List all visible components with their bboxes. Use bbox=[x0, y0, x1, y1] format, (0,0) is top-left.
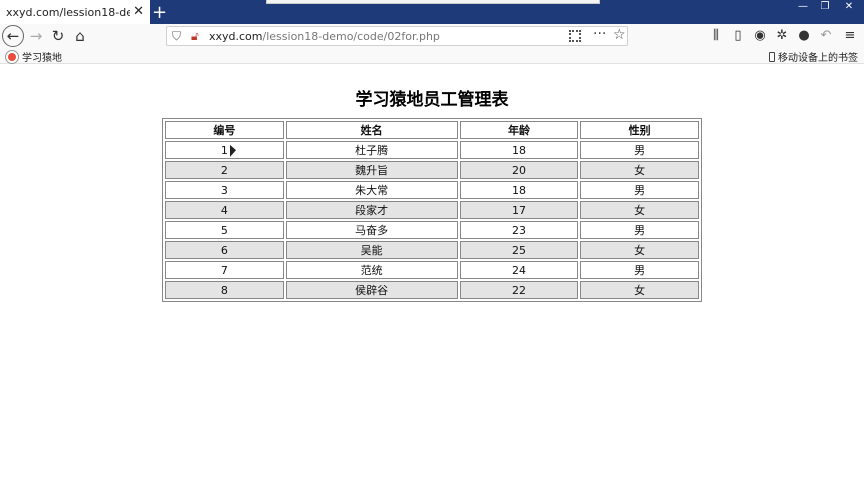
table-row: 7 范统 24 男 bbox=[165, 261, 699, 279]
mobile-bookmarks-label: 移动设备上的书签 bbox=[778, 53, 858, 64]
cell-id: 4 bbox=[165, 201, 284, 219]
new-tab-button[interactable]: + bbox=[152, 2, 167, 23]
cell-age: 24 bbox=[459, 261, 579, 279]
cell-name: 吴能 bbox=[285, 241, 458, 259]
cell-id: 5 bbox=[165, 221, 284, 239]
table-row: 6 吴能 25 女 bbox=[165, 241, 699, 259]
table-row: 1 杜子腾 18 男 bbox=[165, 141, 699, 159]
extension-icon[interactable]: ✲ bbox=[774, 28, 790, 43]
home-button[interactable]: ⌂ bbox=[70, 26, 90, 46]
cell-name: 范统 bbox=[285, 261, 458, 279]
browser-tab[interactable]: xxyd.com/lession18-demo/code/02for.php ✕ bbox=[0, 0, 150, 24]
cell-id: 3 bbox=[165, 181, 284, 199]
cell-name: 杜子腾 bbox=[285, 141, 458, 159]
sidebar-icon[interactable]: ▯ bbox=[730, 28, 746, 43]
address-bar[interactable]: ⛉ 🔓︎ xxyd.com/lession18-demo/code/02for.… bbox=[166, 26, 628, 46]
header-name: 姓名 bbox=[285, 121, 458, 139]
cell-age: 22 bbox=[459, 281, 579, 299]
mouse-cursor-icon bbox=[230, 144, 236, 160]
url-domain: xxyd.com bbox=[209, 30, 263, 43]
bookmark-item[interactable]: 学习猿地 bbox=[6, 49, 62, 64]
cell-gender: 女 bbox=[580, 161, 699, 179]
cell-gender: 女 bbox=[580, 281, 699, 299]
tab-overlay bbox=[266, 0, 600, 4]
table-row: 5 马奋多 23 男 bbox=[165, 221, 699, 239]
tab-close-icon[interactable]: ✕ bbox=[133, 4, 144, 19]
cell-age: 20 bbox=[459, 161, 579, 179]
cell-name: 马奋多 bbox=[285, 221, 458, 239]
bookmark-favicon-icon bbox=[6, 50, 18, 63]
cell-id: 8 bbox=[165, 281, 284, 299]
cell-id: 7 bbox=[165, 261, 284, 279]
cell-name: 朱大常 bbox=[285, 181, 458, 199]
employee-table: 编号 姓名 年龄 性别 1 杜子腾 18 男 2 魏升旨 20 女 3 朱大常 … bbox=[162, 118, 702, 302]
table-row: 8 侯辟谷 22 女 bbox=[165, 281, 699, 299]
cell-age: 17 bbox=[459, 201, 579, 219]
cell-gender: 男 bbox=[580, 141, 699, 159]
window-maximize-button[interactable]: ❐ bbox=[816, 1, 834, 15]
undo-icon[interactable]: ↶ bbox=[818, 28, 834, 43]
url-text[interactable]: xxyd.com/lession18-demo/code/02for.php bbox=[209, 30, 440, 43]
cell-gender: 男 bbox=[580, 181, 699, 199]
menu-icon[interactable]: ≡ bbox=[842, 28, 858, 43]
bookmark-star-icon[interactable]: ☆ bbox=[613, 27, 626, 43]
cell-age: 18 bbox=[459, 181, 579, 199]
mobile-bookmarks[interactable]: 移动设备上的书签 bbox=[769, 49, 858, 64]
tab-strip: xxyd.com/lession18-demo/code/02for.php ✕… bbox=[0, 0, 864, 24]
header-gender: 性别 bbox=[580, 121, 699, 139]
cell-gender: 男 bbox=[580, 261, 699, 279]
header-id: 编号 bbox=[165, 121, 284, 139]
library-icon[interactable]: ⫼ bbox=[708, 28, 724, 43]
phone-icon bbox=[769, 51, 775, 62]
insecure-lock-icon[interactable]: 🔓︎ bbox=[191, 29, 199, 44]
cell-age: 23 bbox=[459, 221, 579, 239]
chat-icon[interactable]: ● bbox=[796, 28, 812, 43]
table-row: 3 朱大常 18 男 bbox=[165, 181, 699, 199]
navigation-bar: ← → ↻ ⌂ ⛉ 🔓︎ xxyd.com/lession18-demo/cod… bbox=[0, 24, 864, 48]
cell-id: 1 bbox=[165, 141, 284, 159]
tab-title: xxyd.com/lession18-demo/code/02for.php bbox=[6, 5, 130, 19]
page-actions-icon[interactable]: ··· bbox=[593, 26, 606, 42]
cell-name: 魏升旨 bbox=[285, 161, 458, 179]
cell-age: 18 bbox=[459, 141, 579, 159]
account-icon[interactable]: ◉ bbox=[752, 28, 768, 43]
bookmarks-bar: 学习猿地 移动设备上的书签 bbox=[0, 48, 864, 64]
page-title: 学习猿地员工管理表 bbox=[355, 90, 509, 110]
cell-gender: 女 bbox=[580, 201, 699, 219]
bookmark-label: 学习猿地 bbox=[22, 53, 62, 64]
cell-name: 段家才 bbox=[285, 201, 458, 219]
cell-gender: 女 bbox=[580, 241, 699, 259]
cell-id: 6 bbox=[165, 241, 284, 259]
cell-name: 侯辟谷 bbox=[285, 281, 458, 299]
table-header-row: 编号 姓名 年龄 性别 bbox=[165, 121, 699, 139]
url-path: /lession18-demo/code/02for.php bbox=[262, 30, 440, 43]
reload-button[interactable]: ↻ bbox=[48, 26, 68, 46]
forward-button[interactable]: → bbox=[26, 26, 46, 46]
window-close-button[interactable]: ✕ bbox=[840, 1, 858, 15]
back-button[interactable]: ← bbox=[2, 25, 24, 47]
cell-gender: 男 bbox=[580, 221, 699, 239]
tracking-shield-icon[interactable]: ⛉ bbox=[172, 29, 181, 44]
cell-id: 2 bbox=[165, 161, 284, 179]
table-row: 2 魏升旨 20 女 bbox=[165, 161, 699, 179]
cell-age: 25 bbox=[459, 241, 579, 259]
window-minimize-button[interactable]: — bbox=[794, 1, 812, 15]
header-age: 年龄 bbox=[459, 121, 579, 139]
qr-code-icon[interactable] bbox=[569, 30, 581, 42]
table-row: 4 段家才 17 女 bbox=[165, 201, 699, 219]
